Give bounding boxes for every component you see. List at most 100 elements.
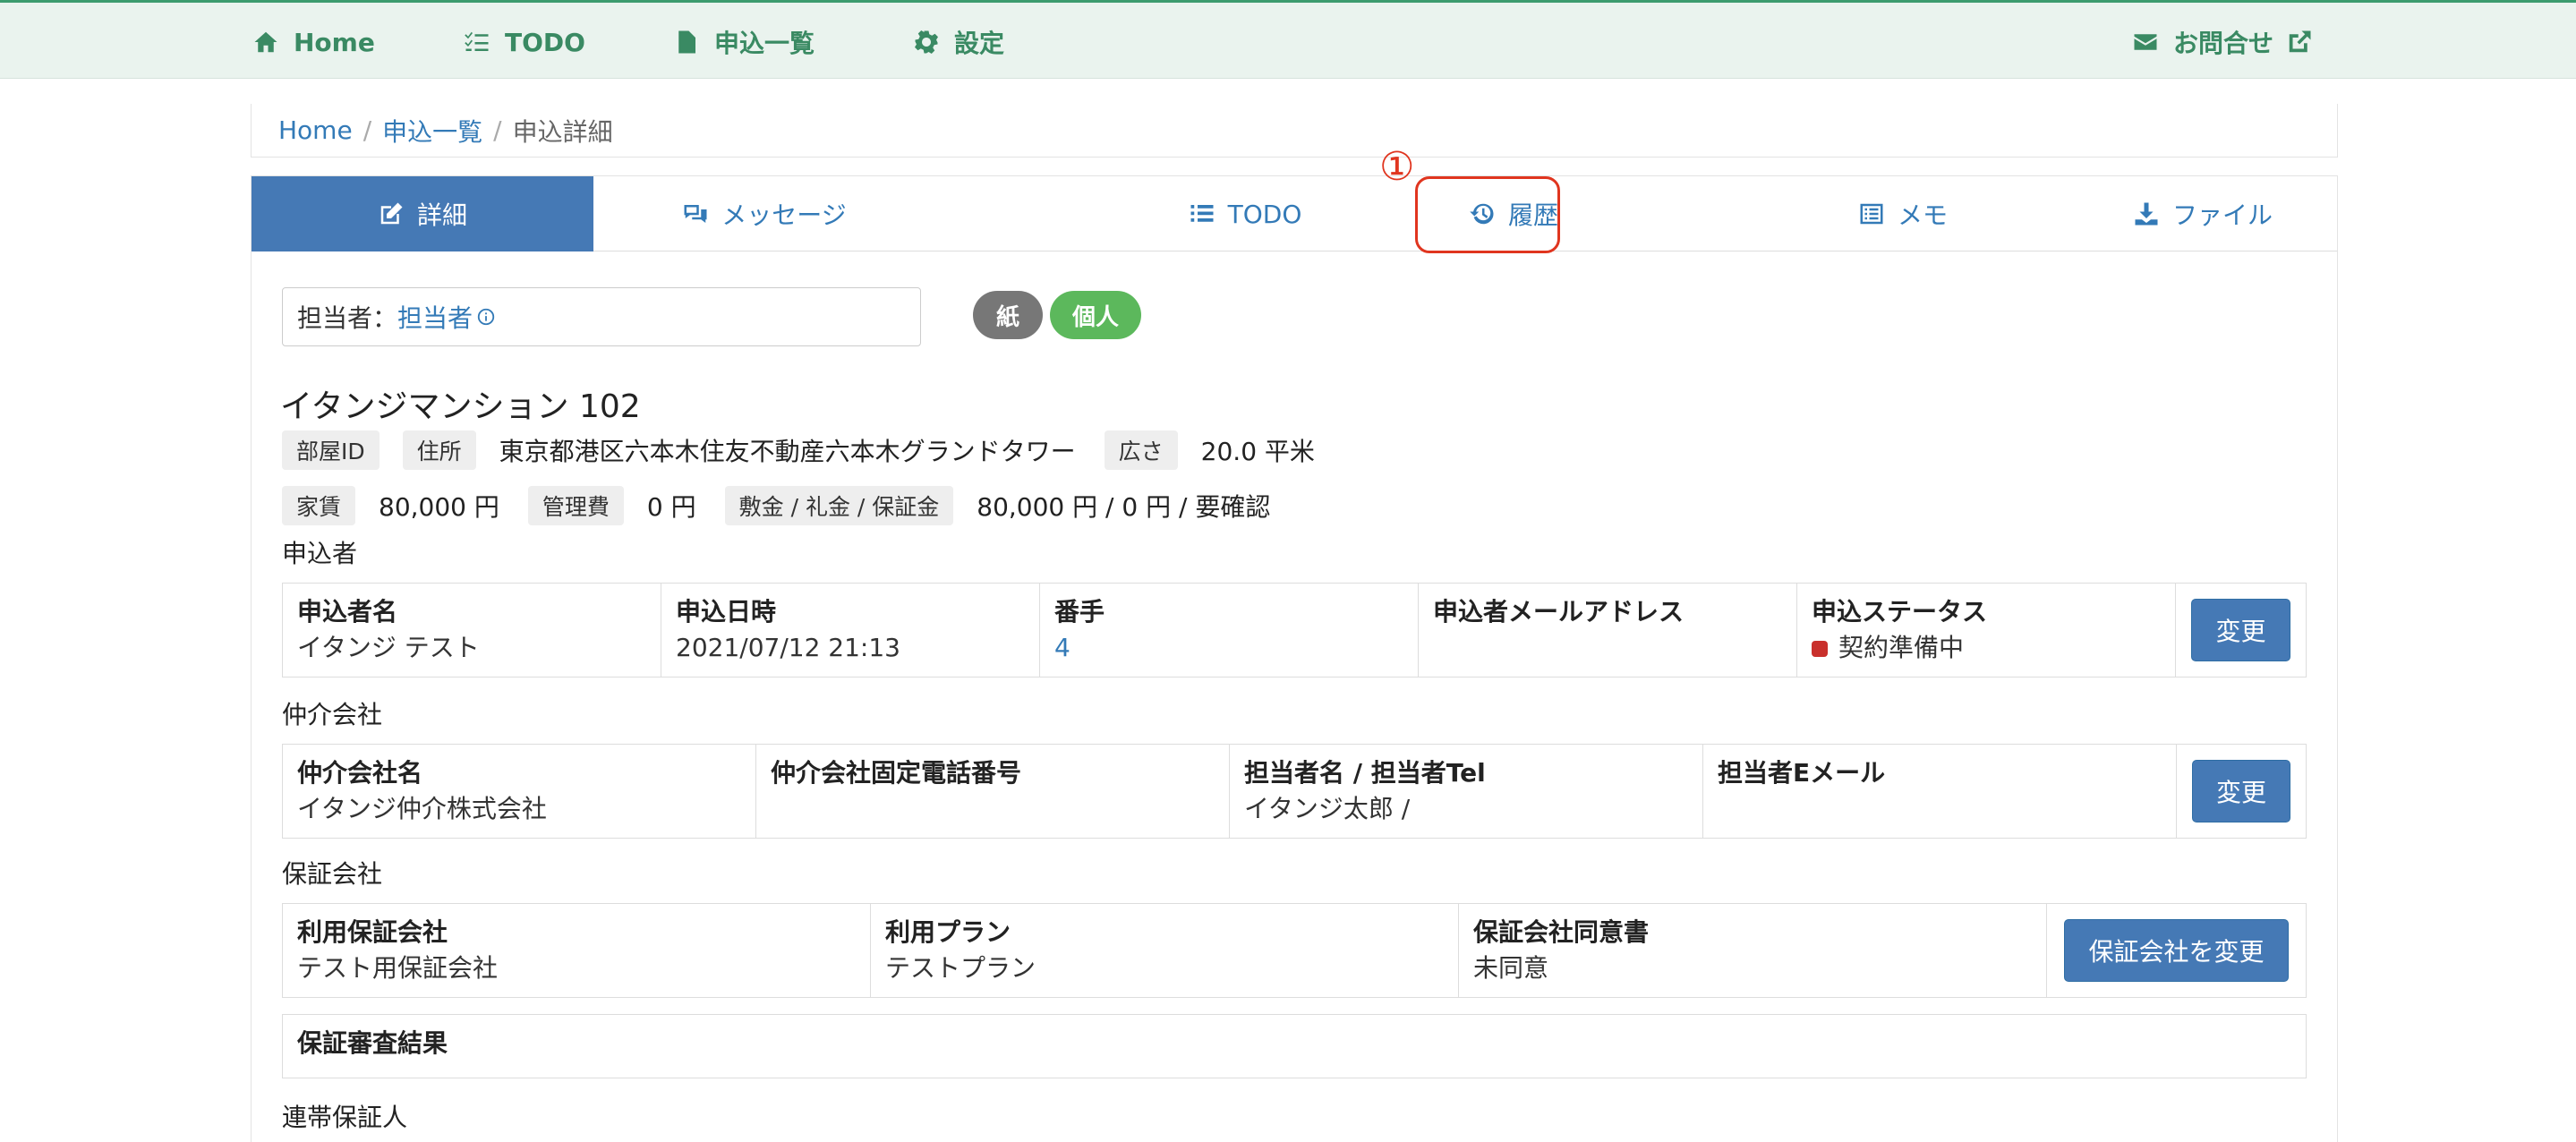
tab-message-label: メッセージ: [721, 200, 847, 230]
agency-staff-value: イタンジ太郎 /: [1244, 794, 1411, 823]
history-icon: [1470, 203, 1494, 225]
rent-label: 家賃: [282, 486, 356, 525]
room-title: イタンジマンション 102: [280, 388, 641, 425]
applicant-name-cell: 申込者名 イタンジ テスト: [283, 584, 661, 677]
agency-staff-cell: 担当者名 / 担当者Tel イタンジ太郎 /: [1230, 745, 1703, 838]
top-navbar: Home TODO 申込一覧 設定 お問合せ: [0, 0, 2576, 79]
document-icon: [678, 30, 695, 54]
envelope-icon: [2134, 34, 2157, 50]
nav-contact-label: お問合せ: [2173, 29, 2274, 58]
application-date-value: 2021/07/12 21:13: [676, 633, 900, 662]
agency-table: 仲介会社名 イタンジ仲介株式会社 仲介会社固定電話番号 担当者名 / 担当者Te…: [282, 744, 2307, 839]
breadcrumb-separator: /: [363, 115, 372, 145]
guarantee-review-box: 保証審査結果: [282, 1014, 2307, 1078]
tab-detail-label: 詳細: [416, 200, 467, 230]
tab-message[interactable]: メッセージ: [593, 176, 935, 251]
breadcrumb-separator: /: [493, 115, 502, 145]
agency-action-cell: 変更: [2177, 745, 2306, 838]
individual-badge: 個人: [1050, 291, 1141, 339]
change-agency-button[interactable]: 変更: [2191, 760, 2290, 822]
applicant-name-value: イタンジ テスト: [297, 633, 480, 662]
breadcrumb-home[interactable]: Home: [278, 115, 353, 145]
tab-file-label: ファイル: [2171, 200, 2273, 230]
guarantor-company-cell: 利用保証会社 テスト用保証会社: [283, 904, 871, 997]
comments-icon: [684, 205, 707, 223]
deposit-label: 敷金 / 礼金 / 保証金: [724, 486, 954, 525]
annotation-number: ①: [1379, 144, 1415, 190]
applicant-email-header: 申込者メールアドレス: [1433, 597, 1685, 626]
nav-home[interactable]: Home: [252, 24, 375, 60]
nav-todo[interactable]: TODO: [464, 24, 585, 60]
room-id-label: 部屋ID: [282, 430, 380, 470]
applicant-email-cell: 申込者メールアドレス: [1419, 584, 1797, 677]
deposit-value: 80,000 円 / 0 円 / 要確認: [977, 492, 1271, 522]
gear-icon: [915, 30, 938, 54]
nav-home-label: Home: [294, 27, 375, 57]
guarantor-consent-value: 未同意: [1473, 953, 1549, 983]
edit-icon: [380, 202, 403, 225]
tab-todo-label: TODO: [1227, 199, 1302, 229]
guarantor-company-header: 利用保証会社: [297, 917, 448, 947]
tab-memo[interactable]: メモ: [1791, 176, 2015, 251]
agency-phone-cell: 仲介会社固定電話番号: [756, 745, 1230, 838]
tab-detail[interactable]: 詳細: [252, 176, 593, 251]
guarantor-plan-value: テストプラン: [885, 953, 1036, 983]
applicant-table: 申込者名 イタンジ テスト 申込日時 2021/07/12 21:13 番手 4…: [282, 583, 2307, 678]
application-status-header: 申込ステータス: [1812, 597, 1988, 626]
tab-memo-label: メモ: [1897, 200, 1948, 230]
order-cell: 番手 4: [1040, 584, 1419, 677]
tab-bar: 詳細 メッセージ TODO 履歴 メモ ファイル: [252, 176, 2337, 251]
nav-contact[interactable]: お問合せ: [2132, 24, 2313, 60]
application-status-cell: 申込ステータス 契約準備中: [1797, 584, 2176, 677]
rent-info-row: 家賃 80,000 円 管理費 0 円 敷金 / 礼金 / 保証金 80,000…: [282, 486, 1299, 525]
breadcrumb: Home / 申込一覧 / 申込詳細: [251, 104, 2338, 158]
agency-section-title: 仲介会社: [282, 700, 383, 729]
area-value: 20.0 平米: [1200, 437, 1315, 466]
area-label: 広さ: [1104, 430, 1178, 470]
order-link[interactable]: 4: [1054, 630, 1403, 666]
status-indicator-icon: [1812, 641, 1828, 657]
assignee-link[interactable]: 担当者: [397, 299, 496, 335]
applicant-section-title: 申込者: [282, 539, 358, 568]
agency-email-header: 担当者Eメール: [1718, 758, 1886, 788]
tab-history[interactable]: 履歴: [1415, 176, 1612, 251]
agency-name-value: イタンジ仲介株式会社: [297, 794, 547, 823]
address-label: 住所: [402, 430, 476, 470]
guarantor-plan-cell: 利用プラン テストプラン: [871, 904, 1459, 997]
guarantor-consent-header: 保証会社同意書: [1473, 917, 1650, 947]
external-link-icon: [2289, 30, 2311, 53]
agency-email-cell: 担当者Eメール: [1703, 745, 2177, 838]
fee-label: 管理費: [527, 486, 624, 525]
application-date-header: 申込日時: [676, 597, 777, 626]
application-status-value: 契約準備中: [1838, 633, 1965, 662]
change-guarantor-button[interactable]: 保証会社を変更: [2064, 919, 2289, 982]
room-info-row: 部屋ID 住所 東京都港区六本木住友不動産六本木グランドタワー 広さ 20.0 …: [282, 430, 1343, 470]
applicant-name-header: 申込者名: [297, 597, 398, 626]
guarantor-table: 利用保証会社 テスト用保証会社 利用プラン テストプラン 保証会社同意書 未同意…: [282, 903, 2307, 998]
guarantee-review-title: 保証審査結果: [297, 1028, 448, 1058]
order-header: 番手: [1054, 597, 1105, 626]
guarantor-consent-cell: 保証会社同意書 未同意: [1459, 904, 2047, 997]
guarantee-review-cell: 保証審査結果: [283, 1015, 2306, 1078]
joint-guarantor-section-title: 連帯保証人: [282, 1103, 408, 1132]
applicant-action-cell: 変更: [2176, 584, 2306, 677]
rent-value: 80,000 円: [379, 492, 499, 522]
nav-applications[interactable]: 申込一覧: [673, 24, 815, 60]
agency-phone-header: 仲介会社固定電話番号: [771, 758, 1022, 788]
memo-list-icon: [1860, 203, 1883, 225]
home-icon: [254, 31, 277, 53]
tab-file[interactable]: ファイル: [2077, 176, 2328, 251]
change-applicant-button[interactable]: 変更: [2191, 599, 2290, 661]
breadcrumb-list[interactable]: 申込一覧: [382, 113, 482, 149]
nav-applications-label: 申込一覧: [714, 29, 815, 58]
tab-todo[interactable]: TODO: [1147, 176, 1343, 251]
agency-staff-header: 担当者名 / 担当者Tel: [1244, 758, 1486, 788]
checklist-icon: [465, 31, 489, 51]
nav-settings-label: 設定: [954, 29, 1005, 58]
guarantor-action-cell: 保証会社を変更: [2047, 904, 2306, 997]
assignee-label: 担当者：: [297, 303, 398, 333]
nav-todo-label: TODO: [505, 27, 585, 57]
nav-settings[interactable]: 設定: [913, 24, 1004, 60]
agency-name-cell: 仲介会社名 イタンジ仲介株式会社: [283, 745, 756, 838]
application-status-row: 契約準備中: [1812, 630, 2161, 666]
